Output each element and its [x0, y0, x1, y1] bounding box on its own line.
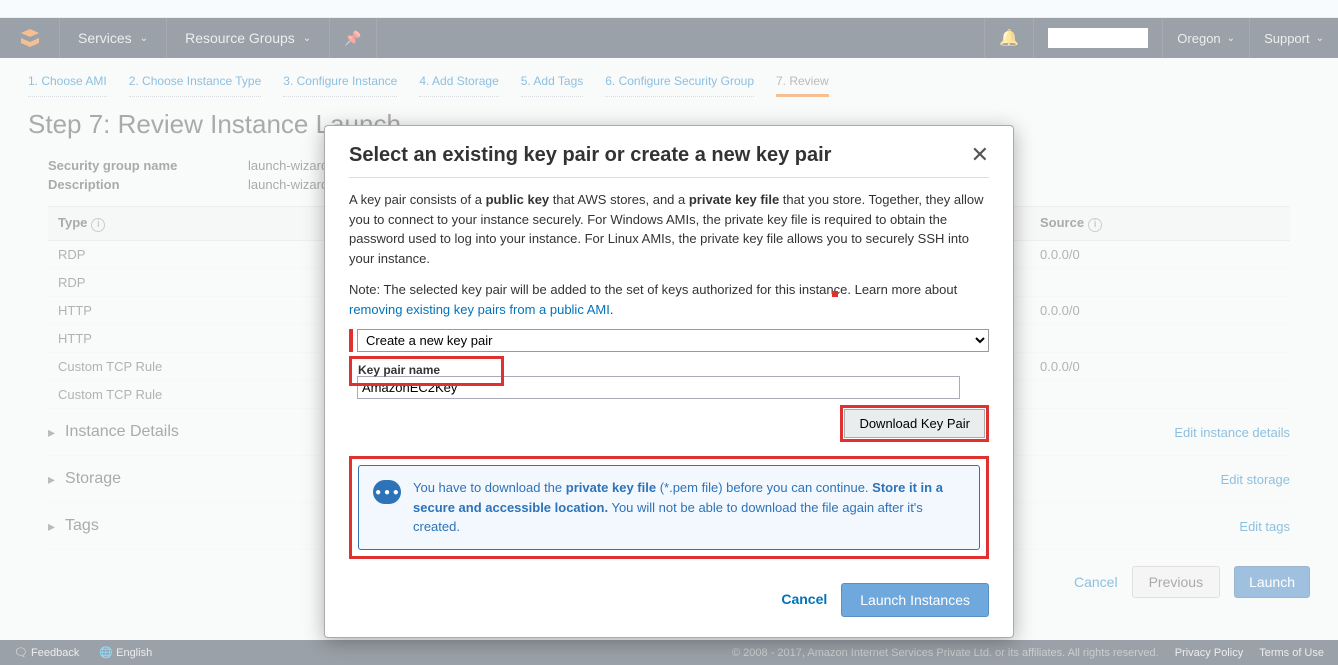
modal-paragraph-1: A key pair consists of a public key that…	[349, 190, 989, 268]
keypair-name-label: Key pair name	[358, 361, 495, 379]
download-notice: ● ● ● You have to download the private k…	[358, 465, 980, 550]
modal-paragraph-2: Note: The selected key pair will be adde…	[349, 280, 989, 319]
modal-overlay: Select an existing key pair or create a …	[0, 0, 1338, 665]
modal-title: Select an existing key pair or create a …	[349, 144, 831, 167]
remove-keypair-link[interactable]: removing existing key pairs from a publi…	[349, 302, 610, 317]
comment-icon: ● ● ●	[373, 480, 401, 504]
download-keypair-button[interactable]: Download Key Pair	[844, 409, 985, 438]
modal-launch-button[interactable]: Launch Instances	[841, 583, 989, 617]
close-icon[interactable]: ✕	[971, 144, 989, 166]
modal-cancel-button[interactable]: Cancel	[781, 589, 827, 610]
keypair-modal: Select an existing key pair or create a …	[324, 125, 1014, 638]
red-marker	[832, 291, 838, 297]
keypair-select[interactable]: Create a new key pair	[357, 329, 989, 352]
